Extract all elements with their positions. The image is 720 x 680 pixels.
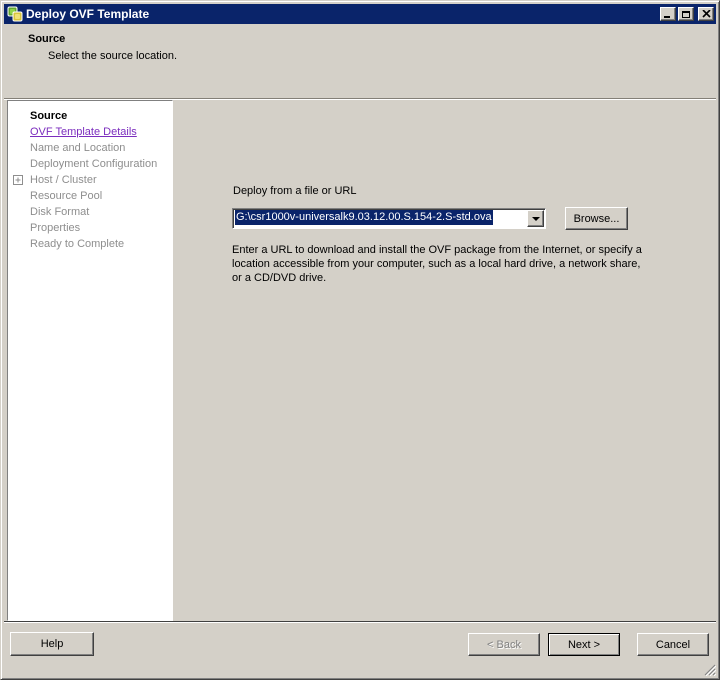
- minimize-button[interactable]: [660, 7, 676, 21]
- deploy-ovf-template-dialog: Deploy OVF Template Source Select the so…: [0, 0, 720, 680]
- file-url-combobox[interactable]: G:\csr1000v-universalk9.03.12.00.S.154-2…: [232, 208, 546, 229]
- maximize-icon: [682, 10, 690, 18]
- expand-plus-icon[interactable]: [13, 175, 23, 185]
- source-description: Enter a URL to download and install the …: [232, 244, 642, 284]
- step-deployment-configuration: Deployment Configuration: [30, 158, 158, 170]
- step-name-and-location: Name and Location: [30, 142, 126, 154]
- wizard-steps-sidebar: Source OVF Template Details Name and Loc…: [7, 100, 173, 621]
- file-url-input[interactable]: G:\csr1000v-universalk9.03.12.00.S.154-2…: [233, 209, 526, 228]
- close-icon: [701, 10, 711, 18]
- deploy-source-label: Deploy from a file or URL: [233, 185, 357, 197]
- back-button[interactable]: < Back: [468, 633, 540, 656]
- wizard-header: Source Select the source location.: [4, 24, 716, 98]
- window-title: Deploy OVF Template: [26, 7, 150, 21]
- wizard-content: Deploy from a file or URL G:\csr1000v-un…: [173, 100, 716, 621]
- resize-grip[interactable]: [703, 663, 716, 676]
- page-subtitle: Select the source location.: [48, 50, 178, 62]
- step-disk-format: Disk Format: [30, 206, 90, 218]
- step-properties: Properties: [30, 222, 81, 234]
- maximize-button[interactable]: [678, 7, 694, 21]
- step-ready-to-complete: Ready to Complete: [30, 238, 125, 250]
- close-button[interactable]: [698, 7, 714, 21]
- step-ovf-template-details[interactable]: OVF Template Details: [8, 124, 172, 140]
- page-title: Source: [28, 33, 66, 45]
- wizard-footer: Help < Back Next > Cancel: [4, 623, 716, 676]
- next-button[interactable]: Next >: [548, 633, 620, 656]
- browse-button[interactable]: Browse...: [565, 207, 628, 230]
- step-resource-pool: Resource Pool: [30, 190, 103, 202]
- titlebar[interactable]: Deploy OVF Template: [4, 4, 716, 24]
- step-source: Source: [30, 110, 68, 122]
- step-ovf-template-details-link[interactable]: OVF Template Details: [30, 126, 137, 138]
- cancel-button[interactable]: Cancel: [637, 633, 709, 656]
- chevron-down-icon: [531, 216, 540, 221]
- help-button[interactable]: Help: [10, 632, 94, 656]
- vsphere-app-icon: [7, 6, 23, 22]
- file-url-selected-text: G:\csr1000v-universalk9.03.12.00.S.154-2…: [235, 210, 493, 225]
- combobox-dropdown-button[interactable]: [527, 210, 544, 227]
- step-host-cluster: Host / Cluster: [8, 172, 172, 188]
- step-host-cluster-label: Host / Cluster: [30, 174, 97, 186]
- minimize-icon: [664, 16, 670, 18]
